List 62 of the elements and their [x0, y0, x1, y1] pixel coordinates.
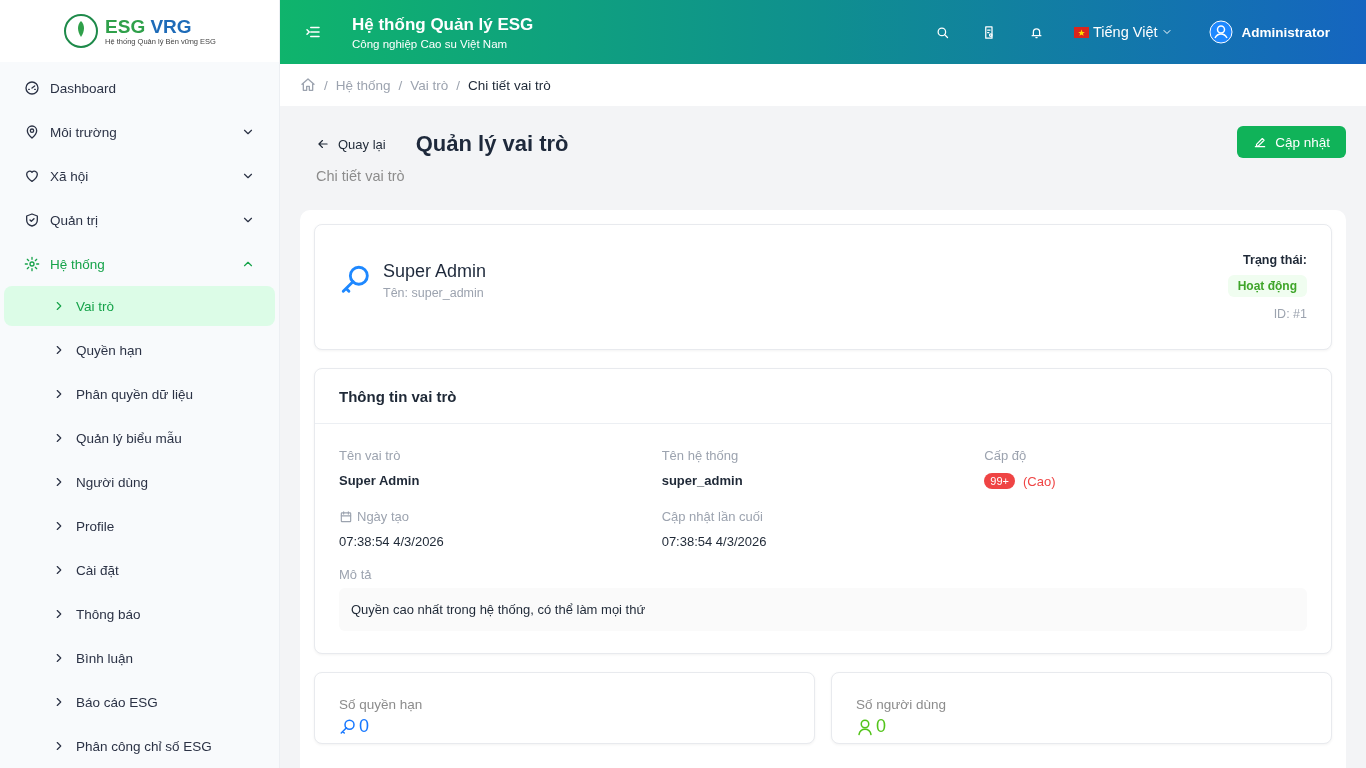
- field-label: Tên hệ thống: [661, 448, 739, 463]
- status-tag: Hoạt động: [1227, 275, 1307, 297]
- user-menu[interactable]: Administrator: [1209, 20, 1330, 44]
- location-pin-icon: [24, 124, 40, 140]
- card-title: Thông tin vai trò: [315, 369, 1331, 424]
- role-name: Super Admin: [383, 260, 487, 282]
- menu-item[interactable]: Dashboard: [4, 66, 275, 110]
- breadcrumb-separator: /: [398, 77, 403, 93]
- stat-value: 0: [876, 716, 886, 737]
- app-subtitle: Công nghiệp Cao su Việt Nam: [352, 37, 509, 50]
- field-value: super_admin: [661, 473, 743, 488]
- home-icon[interactable]: [300, 77, 316, 93]
- field-label: Ngày tạo: [357, 509, 410, 524]
- field-value: Super Admin: [339, 473, 420, 488]
- language-selector[interactable]: Tiếng Việt: [1074, 24, 1174, 40]
- submenu-item[interactable]: Thông báo: [4, 594, 275, 634]
- breadcrumb-separator: /: [456, 77, 461, 93]
- submenu-item[interactable]: Quyền hạn: [4, 330, 275, 370]
- edit-icon: [1253, 135, 1268, 149]
- heart-icon: [24, 168, 40, 184]
- menu-item[interactable]: Môi trường: [4, 110, 275, 154]
- app-title: Hệ thống Quản lý ESG: [352, 14, 535, 35]
- submenu-item[interactable]: Bình luận: [4, 638, 275, 678]
- description-box: Quyền cao nhất trong hệ thống, có thể làm mọi thứ: [339, 588, 1307, 631]
- logo-word: VRG: [150, 15, 192, 37]
- field-label: Cấp độ: [984, 448, 1027, 463]
- role-code: Tên: super_admin: [383, 285, 485, 300]
- submenu-item[interactable]: Cài đặt: [4, 550, 275, 590]
- stat-value: 0: [359, 716, 369, 737]
- field-label: Mô tả: [339, 567, 373, 582]
- stat-label: Số quyền hạn: [339, 697, 424, 712]
- level-text: (Cao): [1023, 473, 1056, 489]
- settings-icon: [24, 256, 40, 272]
- field-value: 07:38:54 4/3/2026: [661, 534, 767, 549]
- flag-icon: [1074, 26, 1089, 38]
- shield-check-icon: [24, 212, 40, 228]
- field-value: 07:38:54 4/3/2026: [339, 534, 444, 549]
- stat-label: Số người dùng: [856, 697, 947, 712]
- level-badge: 99+: [984, 473, 1015, 489]
- page-title: Quản lý vai trò: [415, 131, 569, 157]
- logo-icon: [63, 13, 100, 49]
- breadcrumb-item: Chi tiết vai trò: [468, 77, 551, 93]
- submenu-item[interactable]: Quản lý biểu mẫu: [4, 418, 275, 458]
- role-id: ID: #1: [1273, 307, 1307, 321]
- menu-item[interactable]: Xã hội: [4, 154, 275, 198]
- field-label: Cập nhật lần cuối: [661, 509, 763, 524]
- arrow-left-icon: [316, 137, 330, 151]
- submenu-item[interactable]: Phân công chỉ số ESG: [4, 726, 275, 766]
- submenu-item[interactable]: Phân quyền dữ liệu: [4, 374, 275, 414]
- calendar-icon: [339, 509, 353, 524]
- breadcrumb-separator: /: [324, 77, 328, 93]
- page-subtitle: Chi tiết vai trò: [316, 168, 406, 184]
- field-label: Tên vai trò: [339, 448, 401, 463]
- menu-item[interactable]: Quản trị: [4, 198, 275, 242]
- avatar-icon: [1209, 20, 1234, 44]
- submenu-item[interactable]: Profile: [4, 506, 275, 546]
- submenu-item[interactable]: Báo cáo ESG: [4, 682, 275, 722]
- logo-word: ESG: [105, 15, 146, 37]
- status-label: Trạng thái:: [1243, 253, 1307, 267]
- gauge-icon: [24, 80, 40, 96]
- back-link[interactable]: Quay lại: [316, 136, 386, 152]
- submenu-item[interactable]: Người dùng: [4, 462, 275, 502]
